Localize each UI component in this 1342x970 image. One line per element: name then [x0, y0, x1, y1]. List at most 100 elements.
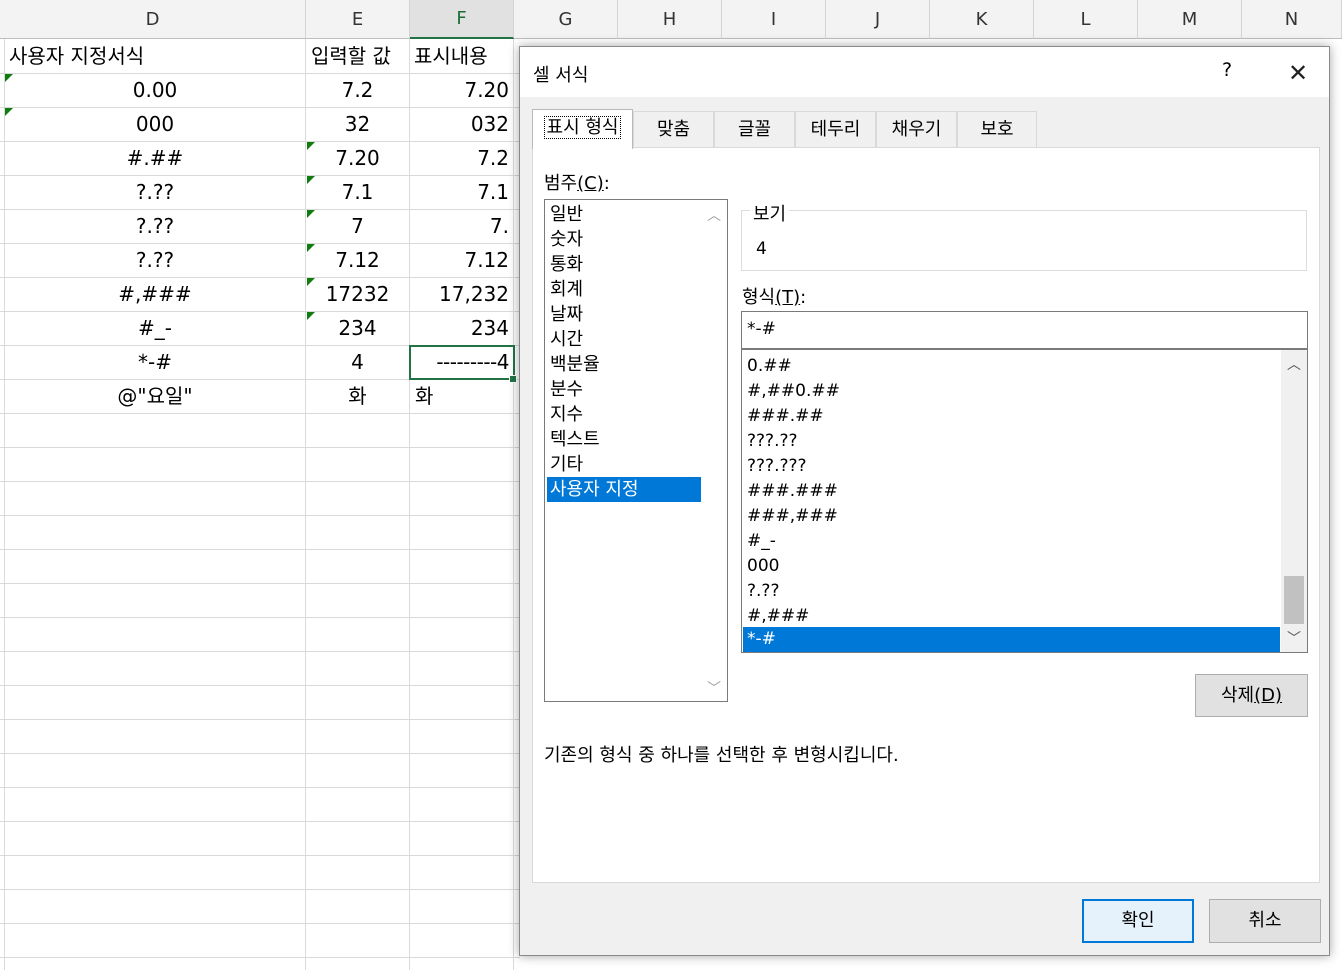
cell-f[interactable]: 7.1	[410, 176, 513, 209]
tab-font[interactable]: 글꼴	[714, 111, 795, 148]
column-header-e[interactable]: E	[306, 0, 410, 39]
category-item[interactable]: 텍스트	[547, 427, 701, 452]
tab-fill[interactable]: 채우기	[876, 111, 957, 148]
column-header-i[interactable]: I	[722, 0, 826, 39]
category-item[interactable]: 숫자	[547, 227, 701, 252]
format-description: 기존의 형식 중 하나를 선택한 후 변형시킵니다.	[544, 745, 899, 766]
cell-f[interactable]: 032	[410, 108, 513, 141]
category-item[interactable]: 시간	[547, 327, 701, 352]
cell-f[interactable]: 7.2	[410, 142, 513, 175]
format-item[interactable]: #,###	[743, 604, 1280, 629]
column-header-l[interactable]: L	[1034, 0, 1138, 39]
scrollbar-thumb[interactable]	[1284, 576, 1304, 624]
cell-d[interactable]: ?.??	[5, 244, 305, 277]
cell-d[interactable]: 000	[5, 108, 305, 141]
cell-d[interactable]: ?.??	[5, 176, 305, 209]
cell-e[interactable]: 7.1	[306, 176, 409, 209]
column-header-m[interactable]: M	[1138, 0, 1242, 39]
cell-f[interactable]: 7.12	[410, 244, 513, 277]
dialog-title: 셀 서식	[533, 65, 589, 86]
cell-e[interactable]: 7.2	[306, 74, 409, 107]
cell-d[interactable]: #,###	[5, 278, 305, 311]
category-item[interactable]: 백분율	[547, 352, 701, 377]
format-item[interactable]: #,##0.##	[743, 379, 1280, 404]
column-header-f[interactable]: F	[410, 0, 514, 39]
category-item[interactable]: 일반	[547, 202, 701, 227]
scroll-down-icon[interactable]: ﹀	[1286, 628, 1302, 648]
dialog-titlebar[interactable]: 셀 서식 ? ✕	[520, 47, 1329, 97]
cell-e[interactable]: 32	[306, 108, 409, 141]
cell-d[interactable]: *-#	[5, 346, 305, 379]
ok-button[interactable]: 확인	[1082, 899, 1194, 943]
tab-alignment[interactable]: 맞춤	[633, 111, 714, 148]
grid-line	[0, 583, 520, 584]
grid-line	[0, 821, 520, 822]
category-item[interactable]: 회계	[547, 277, 701, 302]
column-header-g[interactable]: G	[514, 0, 618, 39]
scroll-down-icon[interactable]: ﹀	[706, 678, 722, 698]
cell-f[interactable]: 17,232	[410, 278, 513, 311]
cell-d[interactable]: #_-	[5, 312, 305, 345]
cell-e[interactable]: 화	[306, 380, 409, 413]
grid-line	[0, 923, 520, 924]
format-item[interactable]: ###.##	[743, 404, 1280, 429]
cell-d[interactable]: ?.??	[5, 210, 305, 243]
help-button[interactable]: ?	[1212, 59, 1242, 87]
format-item[interactable]: 0.##	[743, 354, 1280, 379]
category-listbox[interactable]: 일반 숫자 통화 회계 날짜 시간 백분율 분수 지수 텍스트 기타 사용자 지…	[544, 199, 728, 702]
format-item[interactable]: #_-	[743, 529, 1280, 554]
grid-line	[0, 413, 520, 414]
format-cells-dialog: 셀 서식 ? ✕ 표시 형식 맞춤 글꼴 테두리 채우기 보호 범주(C): 일…	[519, 46, 1330, 956]
column-header-d[interactable]: D	[0, 0, 306, 39]
format-item[interactable]: ###.###	[743, 479, 1280, 504]
column-header-h[interactable]: H	[618, 0, 722, 39]
cell-e[interactable]: 7.20	[306, 142, 409, 175]
cell-e-header[interactable]: 입력할 값	[306, 40, 410, 73]
format-listbox[interactable]: 0.## #,##0.## ###.## ???.?? ???.??? ###.…	[741, 349, 1308, 653]
cell-e[interactable]: 7.12	[306, 244, 409, 277]
grid-line	[0, 889, 520, 890]
tab-protection[interactable]: 보호	[957, 111, 1037, 148]
cell-d[interactable]: #.##	[5, 142, 305, 175]
cell-f[interactable]: 7.	[410, 210, 513, 243]
cell-e[interactable]: 4	[306, 346, 409, 379]
close-icon[interactable]: ✕	[1280, 57, 1316, 89]
grid-line	[0, 617, 520, 618]
category-item[interactable]: 지수	[547, 402, 701, 427]
column-header-n[interactable]: N	[1242, 0, 1342, 39]
cell-f-header[interactable]: 표시내용	[410, 40, 514, 73]
cell-f[interactable]: 화	[410, 380, 513, 413]
column-header-j[interactable]: J	[826, 0, 930, 39]
cell-f[interactable]: 7.20	[410, 74, 513, 107]
cell-e[interactable]: 7	[306, 210, 409, 243]
error-indicator-icon	[307, 244, 315, 252]
cancel-button[interactable]: 취소	[1209, 899, 1321, 943]
category-item[interactable]: 통화	[547, 252, 701, 277]
cell-d-header[interactable]: 사용자 지정서식	[4, 40, 304, 73]
format-scrollbar[interactable]: ︿ ﹀	[1281, 350, 1307, 652]
column-header-k[interactable]: K	[930, 0, 1034, 39]
fill-handle[interactable]	[509, 375, 517, 383]
delete-button[interactable]: 삭제(D)	[1195, 674, 1308, 717]
scroll-up-icon[interactable]: ︿	[1286, 354, 1302, 374]
preview-label: 보기	[750, 200, 790, 226]
cell-e[interactable]: 17232	[306, 278, 409, 311]
format-item[interactable]: ###,###	[743, 504, 1280, 529]
category-item[interactable]: 날짜	[547, 302, 701, 327]
format-type-input[interactable]: *-#	[741, 311, 1308, 349]
scroll-up-icon[interactable]: ︿	[706, 205, 722, 225]
tab-border[interactable]: 테두리	[795, 111, 876, 148]
category-item[interactable]: 기타	[547, 452, 701, 477]
format-item[interactable]: ???.??	[743, 429, 1280, 454]
format-item[interactable]: ?.??	[743, 579, 1280, 604]
cell-f[interactable]: 234	[410, 312, 513, 345]
cell-d[interactable]: 0.00	[5, 74, 305, 107]
cell-e[interactable]: 234	[306, 312, 409, 345]
format-item[interactable]: ???.???	[743, 454, 1280, 479]
tab-number[interactable]: 표시 형식	[532, 109, 633, 149]
category-item-selected[interactable]: 사용자 지정	[547, 477, 701, 502]
category-item[interactable]: 분수	[547, 377, 701, 402]
format-item[interactable]: 000	[743, 554, 1280, 579]
format-item-selected[interactable]: *-#	[743, 627, 1280, 652]
cell-d[interactable]: @"요일"	[5, 380, 305, 413]
